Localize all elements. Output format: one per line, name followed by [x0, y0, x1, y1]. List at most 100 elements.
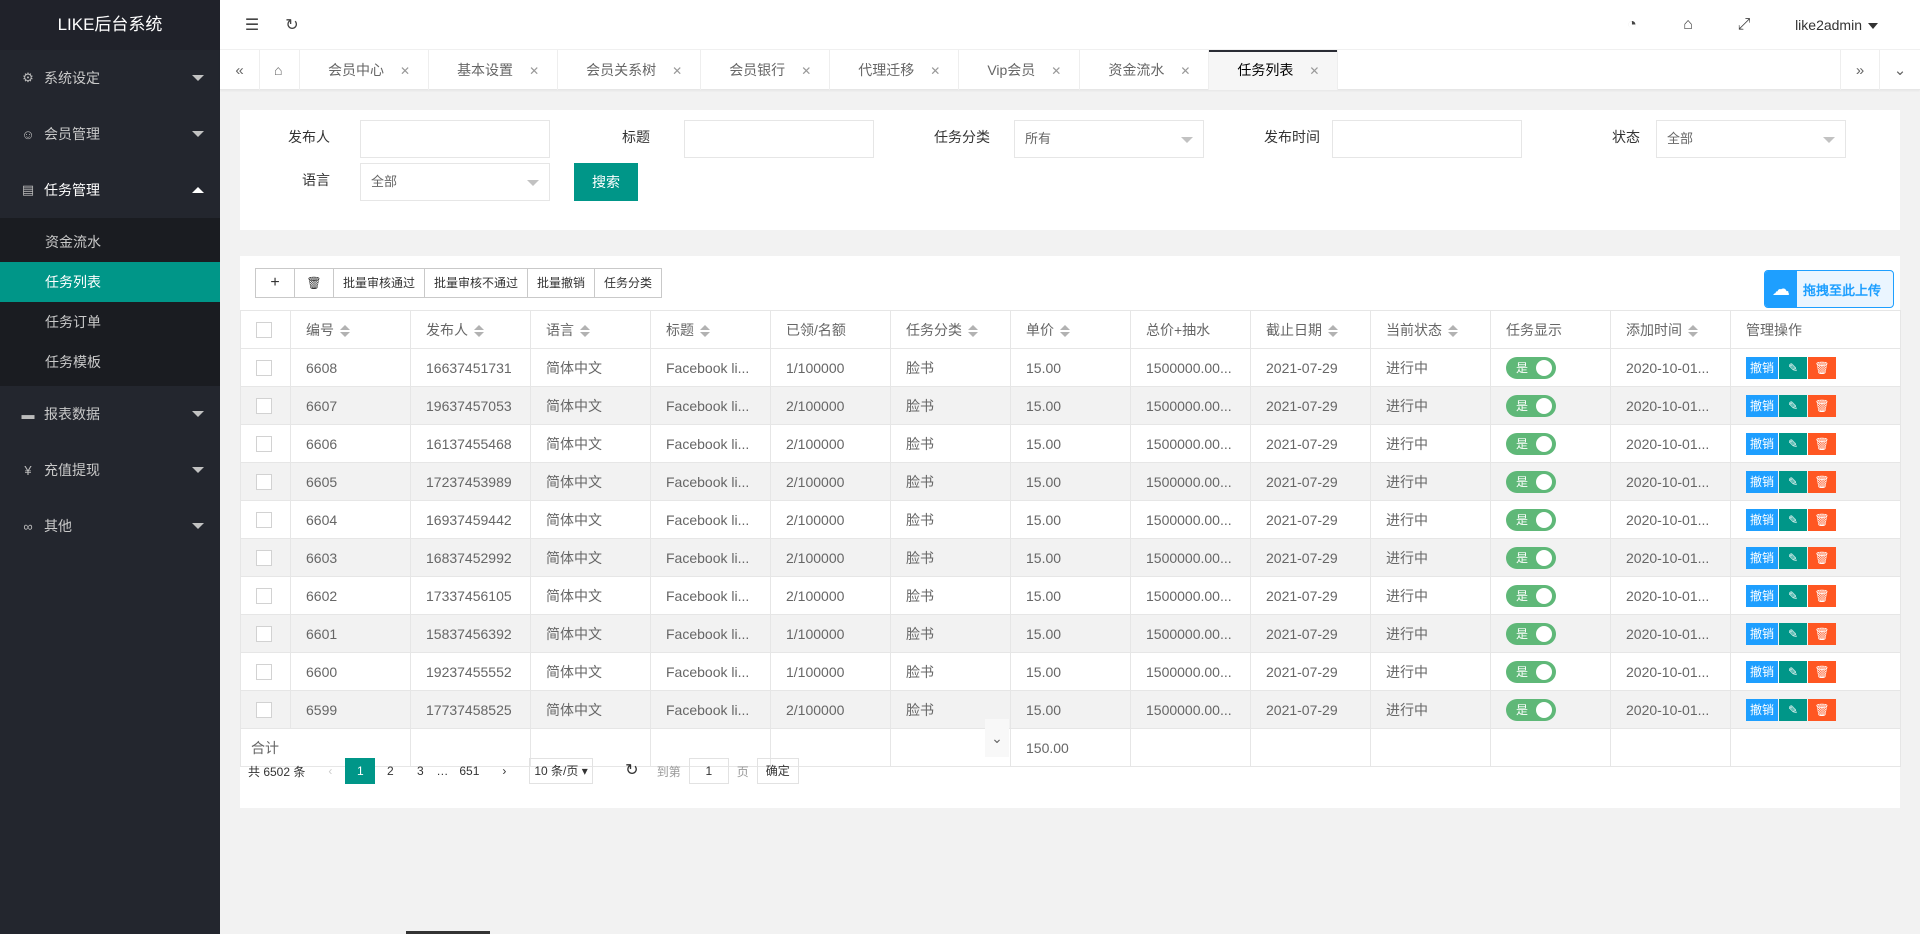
tab-basic-settings[interactable]: 基本设置 ✕: [429, 50, 559, 90]
time-input[interactable]: [1332, 120, 1522, 158]
refresh-icon[interactable]: ↻: [617, 758, 647, 784]
close-icon[interactable]: ✕: [672, 64, 682, 78]
close-icon[interactable]: ✕: [930, 64, 940, 78]
theme-icon[interactable]: ◔: [1612, 0, 1652, 50]
column-header[interactable]: 任务分类: [890, 310, 1011, 349]
revoke-button[interactable]: 撤销: [1746, 356, 1778, 379]
delete-button[interactable]: 🗑: [294, 268, 334, 298]
add-button[interactable]: +: [255, 268, 295, 298]
delete-row-button[interactable]: 🗑: [1808, 508, 1836, 531]
page-1[interactable]: 1: [345, 758, 376, 784]
sort-icon[interactable]: [968, 324, 978, 337]
row-select-cell[interactable]: [240, 690, 291, 729]
edit-button[interactable]: ✎: [1779, 660, 1807, 683]
tab-member-bank[interactable]: 会员银行 ✕: [701, 50, 831, 90]
edit-button[interactable]: ✎: [1779, 584, 1807, 607]
delete-row-button[interactable]: 🗑: [1808, 584, 1836, 607]
fullscreen-icon[interactable]: ⤢: [1724, 0, 1764, 50]
sidebar-item-other[interactable]: ∞ 其他: [0, 498, 220, 554]
sidebar-item-system[interactable]: ⚙ 系统设定: [0, 50, 220, 106]
sort-icon[interactable]: [580, 324, 590, 337]
sort-icon[interactable]: [1060, 324, 1070, 337]
row-select-cell[interactable]: [240, 614, 291, 653]
row-checkbox[interactable]: [256, 588, 272, 605]
sidebar-item-tasks[interactable]: ▤ 任务管理: [0, 162, 220, 218]
batch-revoke-button[interactable]: 批量撤销: [527, 268, 596, 298]
delete-row-button[interactable]: 🗑: [1808, 432, 1836, 455]
refresh-icon[interactable]: ↻: [272, 0, 312, 50]
sidebar-item-reports[interactable]: ▬ 报表数据: [0, 386, 220, 442]
tab-home[interactable]: ⌂: [260, 50, 300, 90]
close-icon[interactable]: ✕: [801, 64, 811, 78]
goto-page-input[interactable]: 1: [688, 758, 729, 784]
row-checkbox[interactable]: [256, 664, 272, 681]
select-all-checkbox[interactable]: [256, 322, 272, 339]
row-checkbox[interactable]: [256, 550, 272, 567]
revoke-button[interactable]: 撤销: [1746, 394, 1778, 417]
close-icon[interactable]: ✕: [1309, 64, 1319, 78]
sidebar-subitem-task-orders[interactable]: 任务订单: [0, 302, 220, 342]
select-all-cell[interactable]: [240, 310, 291, 349]
sort-icon[interactable]: [1688, 324, 1698, 337]
row-checkbox[interactable]: [256, 436, 272, 453]
edit-button[interactable]: ✎: [1779, 622, 1807, 645]
delete-row-button[interactable]: 🗑: [1808, 394, 1836, 417]
edit-button[interactable]: ✎: [1779, 698, 1807, 721]
sort-icon[interactable]: [340, 324, 350, 337]
sort-icon[interactable]: [474, 324, 484, 337]
revoke-button[interactable]: 撤销: [1746, 584, 1778, 607]
search-button[interactable]: 搜索: [574, 163, 638, 201]
page-last[interactable]: 651: [449, 758, 489, 784]
close-icon[interactable]: ✕: [1051, 64, 1061, 78]
close-icon[interactable]: ✕: [1180, 64, 1190, 78]
revoke-button[interactable]: 撤销: [1746, 508, 1778, 531]
tab-vip[interactable]: Vip会员 ✕: [959, 50, 1081, 90]
row-checkbox[interactable]: [256, 474, 272, 491]
revoke-button[interactable]: 撤销: [1746, 432, 1778, 455]
display-toggle[interactable]: 是: [1506, 356, 1556, 379]
row-select-cell[interactable]: [240, 386, 291, 425]
prev-page-icon[interactable]: ‹: [315, 758, 345, 784]
tabs-scroll-right-icon[interactable]: »: [1840, 50, 1880, 90]
delete-row-button[interactable]: 🗑: [1808, 660, 1836, 683]
display-toggle[interactable]: 是: [1506, 546, 1556, 569]
revoke-button[interactable]: 撤销: [1746, 698, 1778, 721]
column-header[interactable]: 截止日期: [1250, 310, 1371, 349]
row-checkbox[interactable]: [256, 360, 272, 377]
display-toggle[interactable]: 是: [1506, 394, 1556, 417]
page-3[interactable]: 3: [405, 758, 435, 784]
column-header[interactable]: 单价: [1010, 310, 1131, 349]
delete-row-button[interactable]: 🗑: [1808, 356, 1836, 379]
tabs-menu-icon[interactable]: ⌄: [1880, 50, 1920, 90]
row-select-cell[interactable]: [240, 462, 291, 501]
row-select-cell[interactable]: [240, 348, 291, 387]
upload-dropzone[interactable]: ☁ 拖拽至此上传: [1764, 270, 1894, 308]
display-toggle[interactable]: 是: [1506, 698, 1556, 721]
sort-icon[interactable]: [700, 324, 710, 337]
publisher-input[interactable]: [360, 120, 550, 158]
close-icon[interactable]: ✕: [400, 64, 410, 78]
page-2[interactable]: 2: [375, 758, 405, 784]
sort-icon[interactable]: [1328, 324, 1338, 337]
language-select[interactable]: 全部: [360, 163, 550, 201]
edit-button[interactable]: ✎: [1779, 432, 1807, 455]
status-select[interactable]: 全部: [1656, 120, 1846, 158]
sidebar-item-recharge[interactable]: ¥ 充值提现: [0, 442, 220, 498]
edit-button[interactable]: ✎: [1779, 546, 1807, 569]
display-toggle[interactable]: 是: [1506, 470, 1556, 493]
sidebar-subitem-task-list[interactable]: 任务列表: [0, 262, 220, 302]
revoke-button[interactable]: 撤销: [1746, 622, 1778, 645]
column-header[interactable]: 编号: [290, 310, 411, 349]
column-header[interactable]: 发布人: [410, 310, 531, 349]
category-select[interactable]: 所有: [1014, 120, 1204, 158]
row-checkbox[interactable]: [256, 626, 272, 643]
tab-member-center[interactable]: 会员中心 ✕: [300, 50, 430, 90]
revoke-button[interactable]: 撤销: [1746, 470, 1778, 493]
goto-confirm-button[interactable]: 确定: [756, 758, 799, 784]
close-icon[interactable]: ✕: [529, 64, 539, 78]
task-category-button[interactable]: 任务分类: [594, 268, 663, 298]
tab-task-list[interactable]: 任务列表 ✕: [1209, 50, 1339, 90]
sidebar-item-members[interactable]: ☺ 会员管理: [0, 106, 220, 162]
row-checkbox[interactable]: [256, 512, 272, 529]
column-header[interactable]: 标题: [650, 310, 771, 349]
